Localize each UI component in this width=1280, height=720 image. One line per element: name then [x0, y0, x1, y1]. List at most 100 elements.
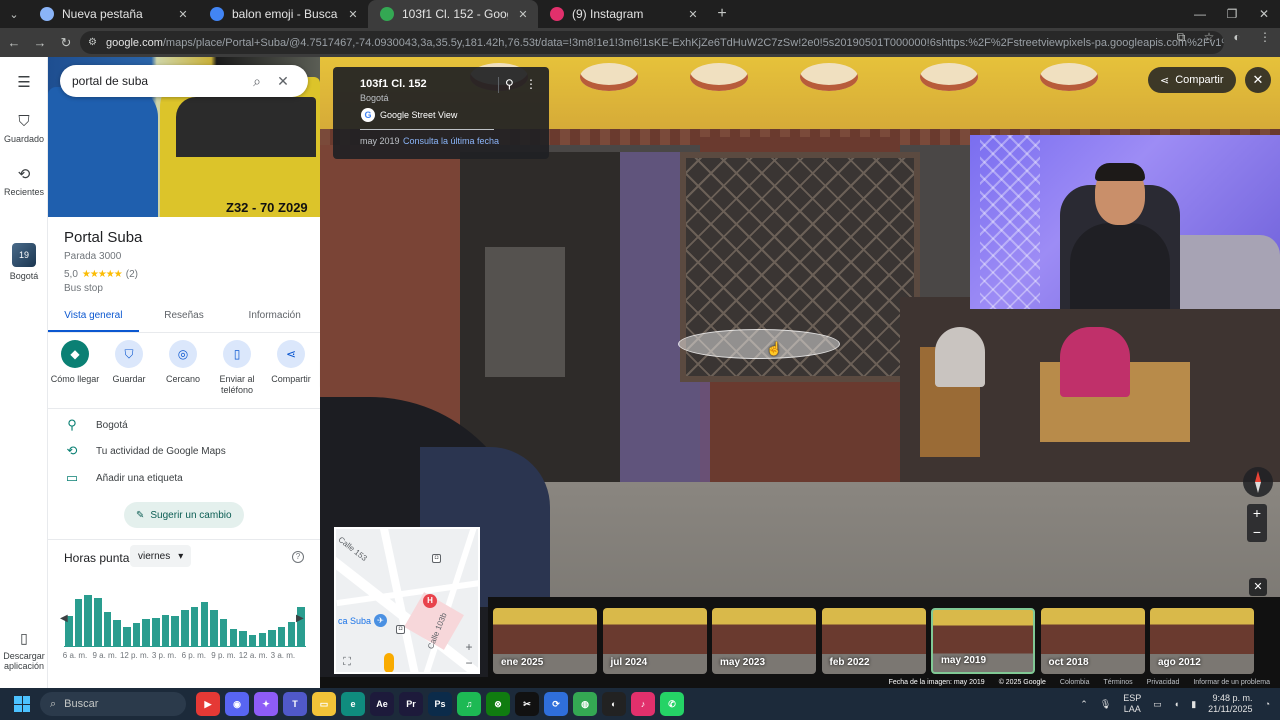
- chevron-up-icon[interactable]: ⌃: [1080, 699, 1088, 710]
- search-input[interactable]: [72, 74, 244, 88]
- country-link[interactable]: Colombia: [1060, 677, 1090, 688]
- share-button[interactable]: ⋖ Compartir: [264, 340, 318, 400]
- youtube-app-icon[interactable]: ▶: [196, 692, 220, 716]
- popular-times-bar[interactable]: [161, 615, 170, 647]
- tab-reviews[interactable]: Reseñas: [139, 305, 230, 332]
- open-in-app-icon[interactable]: ⧉: [1172, 30, 1190, 45]
- xbox-app-icon[interactable]: ⊗: [486, 692, 510, 716]
- after-effects-app-icon[interactable]: Ae: [370, 692, 394, 716]
- zoom-out-icon[interactable]: −: [1247, 523, 1267, 542]
- close-tab-icon[interactable]: ✕: [516, 8, 530, 21]
- info-row-label[interactable]: ▭ Añadir una etiqueta: [48, 465, 320, 491]
- popular-times-bar[interactable]: [74, 599, 83, 647]
- place-rating[interactable]: 5,0 ★★★★★ (2): [64, 269, 138, 280]
- capcut-app-icon[interactable]: ✂: [515, 692, 539, 716]
- save-button[interactable]: ⛉ Guardar: [102, 340, 156, 400]
- microphone-icon[interactable]: 🎙: [1100, 699, 1111, 710]
- privacy-link[interactable]: Privacidad: [1147, 677, 1180, 688]
- site-info-icon[interactable]: ⚙: [88, 37, 99, 48]
- popular-times-bar[interactable]: [287, 622, 296, 647]
- copilot-app-icon[interactable]: ✦: [254, 692, 278, 716]
- new-tab-button[interactable]: +: [708, 0, 736, 28]
- back-icon[interactable]: ←: [2, 31, 26, 55]
- close-tab-icon[interactable]: ✕: [346, 8, 360, 21]
- browser-tab-2[interactable]: 103f1 Cl. 152 - Google Maps ✕: [368, 0, 538, 28]
- close-tab-icon[interactable]: ✕: [176, 8, 190, 21]
- suggest-edit-button[interactable]: ✎ Sugerir un cambio: [124, 502, 244, 528]
- popular-times-bar[interactable]: [94, 598, 102, 647]
- minimap-zoom-out-icon[interactable]: −: [462, 656, 476, 670]
- minimap[interactable]: Calle 153 Calle 103b ◘ ◘ H ca Suba ✈ + −…: [334, 527, 480, 674]
- place-type[interactable]: Bus stop: [64, 283, 103, 294]
- compass-icon[interactable]: [1243, 467, 1273, 497]
- browser-tab-1[interactable]: balon emoji - Buscar con Goog ✕: [198, 0, 368, 28]
- filmstrip-thumbnail[interactable]: ene 2025: [493, 608, 597, 674]
- filmstrip-thumbnail[interactable]: ago 2012: [1150, 608, 1254, 674]
- recent-place-bogota[interactable]: 19 Bogotá: [0, 243, 48, 281]
- bus-stop-marker[interactable]: ◘: [432, 554, 441, 563]
- menu-button[interactable]: ☰: [0, 73, 48, 95]
- close-street-view-icon[interactable]: ✕: [1245, 67, 1271, 93]
- teams-app-icon[interactable]: T: [283, 692, 307, 716]
- info-row-activity[interactable]: ⟲ Tu actividad de Google Maps: [48, 438, 320, 464]
- help-icon[interactable]: ?: [292, 551, 304, 563]
- popular-times-bar[interactable]: [258, 633, 267, 647]
- search-box[interactable]: ⌕ ✕: [60, 65, 308, 97]
- popular-times-bar[interactable]: [123, 627, 131, 647]
- popular-times-bar[interactable]: [84, 595, 92, 647]
- volume-icon[interactable]: ◖: [1174, 699, 1179, 709]
- recent-button[interactable]: ⟲ Recientes: [0, 165, 48, 197]
- download-app-button[interactable]: ▯ Descargar aplicación: [0, 630, 48, 671]
- minimap-zoom-in-icon[interactable]: +: [462, 640, 476, 654]
- popular-times-bar[interactable]: [142, 619, 150, 647]
- popular-times-bar[interactable]: [200, 602, 209, 647]
- language-indicator[interactable]: ESP LAA: [1123, 693, 1141, 715]
- app-badge-icon[interactable]: ◐: [602, 692, 626, 716]
- location-pin-icon[interactable]: ⚲: [505, 77, 514, 91]
- zoom-in-icon[interactable]: +: [1247, 504, 1267, 523]
- whatsapp-like-app-icon[interactable]: ⟳: [544, 692, 568, 716]
- photoshop-app-icon[interactable]: Ps: [428, 692, 452, 716]
- restore-icon[interactable]: ❐: [1216, 0, 1248, 28]
- hospital-marker[interactable]: H: [423, 594, 437, 608]
- expand-map-icon[interactable]: ⛶: [340, 656, 354, 670]
- tab-overview[interactable]: Vista general: [48, 305, 139, 332]
- info-row-city[interactable]: ⚲ Bogotá: [48, 412, 320, 438]
- nearby-button[interactable]: ◎ Cercano: [156, 340, 210, 400]
- popular-times-bar[interactable]: [132, 623, 141, 647]
- navigation-cursor-ring[interactable]: [678, 329, 840, 359]
- close-tab-icon[interactable]: ✕: [686, 8, 700, 21]
- popular-times-bar[interactable]: [248, 635, 257, 647]
- minimize-icon[interactable]: —: [1184, 0, 1216, 28]
- chrome-app-icon[interactable]: ◍: [573, 692, 597, 716]
- notifications-icon[interactable]: ◔: [1265, 699, 1270, 709]
- discord-app-icon[interactable]: ◉: [225, 692, 249, 716]
- whatsapp-app-icon[interactable]: ✆: [660, 692, 684, 716]
- popular-times-bar[interactable]: [113, 620, 121, 647]
- popular-times-bar[interactable]: [152, 618, 160, 647]
- report-link[interactable]: Informar de un problema: [1193, 677, 1270, 688]
- clock[interactable]: 9:48 p. m. 21/11/2025: [1208, 693, 1252, 715]
- browser-menu-icon[interactable]: ⋮: [1256, 30, 1274, 45]
- network-icon[interactable]: ▭: [1153, 699, 1162, 710]
- profile-icon[interactable]: ◐: [1228, 30, 1246, 45]
- popular-times-bar[interactable]: [210, 610, 218, 647]
- forward-icon[interactable]: →: [28, 31, 52, 55]
- popular-times-bar[interactable]: [268, 630, 276, 647]
- taskbar-search[interactable]: ⌕ Buscar: [40, 692, 186, 716]
- tiktok-app-icon[interactable]: ♪: [631, 692, 655, 716]
- popular-times-bar[interactable]: [181, 610, 189, 647]
- browser-tab-0[interactable]: Nueva pestaña ✕: [28, 0, 198, 28]
- filmstrip-thumbnail[interactable]: feb 2022: [821, 608, 926, 674]
- filmstrip-thumbnail[interactable]: may 2019: [931, 608, 1035, 674]
- tab-search-button[interactable]: ⌄: [0, 0, 28, 28]
- clear-search-icon[interactable]: ✕: [270, 73, 296, 90]
- popular-times-bar[interactable]: [277, 627, 286, 647]
- popular-times-bar[interactable]: [190, 607, 199, 647]
- chevron-right-icon[interactable]: ▶: [296, 613, 304, 624]
- edge-app-icon[interactable]: e: [341, 692, 365, 716]
- filmstrip-thumbnail[interactable]: oct 2018: [1040, 608, 1145, 674]
- browser-tab-3[interactable]: (9) Instagram ✕: [538, 0, 708, 28]
- terms-link[interactable]: Términos: [1103, 677, 1132, 688]
- premiere-app-icon[interactable]: Pr: [399, 692, 423, 716]
